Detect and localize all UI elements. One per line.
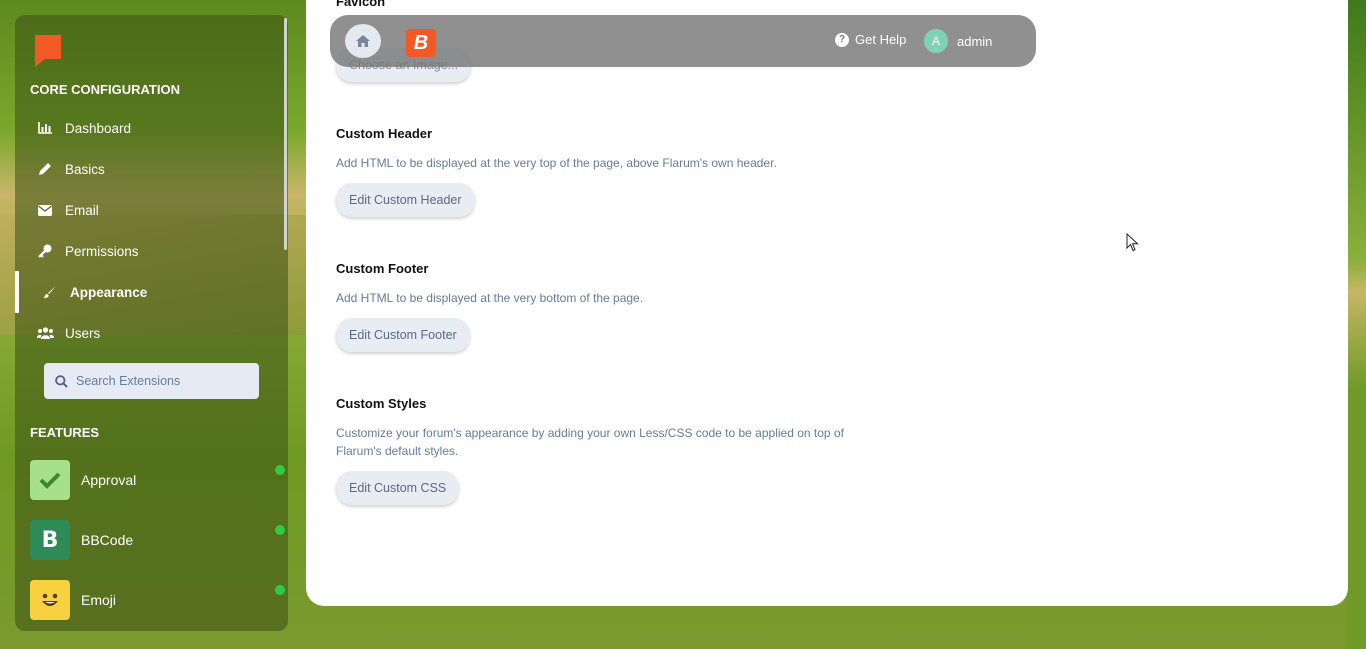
sidebar-scrollbar[interactable]: [284, 18, 287, 250]
sidebar-item-label: Dashboard: [65, 120, 132, 136]
custom-footer-description: Add HTML to be displayed at the very bot…: [336, 291, 644, 305]
search-icon: [55, 374, 68, 388]
get-help-link[interactable]: ? Get Help: [835, 32, 906, 47]
custom-footer-section: Custom Footer Add HTML to be displayed a…: [336, 261, 856, 307]
search-placeholder: Search Extensions: [76, 374, 181, 388]
custom-styles-description: Customize your forum's appearance by add…: [336, 426, 844, 458]
custom-header-section: Custom Header Add HTML to be displayed a…: [336, 126, 856, 172]
sidebar-item-label: Email: [65, 202, 99, 218]
enabled-status-dot: [275, 585, 285, 595]
edit-custom-css-button[interactable]: Edit Custom CSS: [336, 471, 460, 505]
avatar: A: [924, 29, 948, 53]
bold-b-icon: B: [30, 520, 70, 560]
custom-styles-title: Custom Styles: [336, 396, 427, 411]
edit-custom-footer-button[interactable]: Edit Custom Footer: [336, 318, 470, 352]
extension-item-emoji[interactable]: Emoji: [30, 579, 288, 621]
mouse-pointer-icon: [1126, 232, 1139, 257]
smiley-icon: [30, 580, 70, 620]
home-icon: [356, 35, 370, 47]
sidebar-item-appearance[interactable]: Appearance: [15, 271, 288, 313]
sidebar-item-basics[interactable]: Basics: [15, 152, 288, 186]
sidebar-item-dashboard[interactable]: Dashboard: [15, 111, 288, 145]
user-name: admin: [957, 33, 993, 49]
get-help-label: Get Help: [855, 32, 907, 47]
extension-label: Approval: [81, 472, 137, 488]
enabled-status-dot: [275, 465, 285, 475]
paintbrush-icon: [40, 285, 60, 299]
enabled-status-dot: [275, 525, 285, 535]
custom-header-title: Custom Header: [336, 126, 433, 141]
custom-styles-section: Custom Styles Customize your forum's app…: [336, 396, 856, 460]
sidebar-item-label: Basics: [65, 161, 105, 177]
sidebar-item-email[interactable]: Email: [15, 193, 288, 227]
question-icon: ?: [835, 32, 849, 47]
home-button[interactable]: [345, 24, 381, 58]
sidebar-item-permissions[interactable]: Permissions: [15, 234, 288, 268]
background-edge: [1346, 0, 1366, 649]
checkmark-icon: [30, 460, 70, 500]
sidebar-item-label: Users: [65, 325, 101, 341]
extension-label: BBCode: [81, 532, 134, 548]
extension-item-bbcode[interactable]: B BBCode: [30, 519, 288, 561]
sidebar-item-users[interactable]: Users: [15, 316, 288, 350]
search-extensions-input[interactable]: Search Extensions: [44, 363, 259, 399]
pencil-icon: [35, 162, 55, 176]
forum-logo[interactable]: B: [406, 29, 436, 57]
favicon-section: Favicon: [336, 0, 385, 9]
custom-header-description: Add HTML to be displayed at the very top…: [336, 156, 777, 170]
bar-chart-icon: [35, 122, 55, 134]
user-menu[interactable]: A admin: [924, 29, 992, 53]
flarum-logo-icon: [35, 35, 61, 67]
top-header-bar: B ? Get Help A admin: [330, 15, 1036, 67]
extension-item-approval[interactable]: Approval: [30, 459, 288, 501]
sidebar-item-label: Appearance: [70, 284, 148, 300]
key-icon: [35, 244, 55, 258]
custom-footer-title: Custom Footer: [336, 261, 429, 276]
users-icon: [35, 327, 55, 339]
sidebar-item-label: Permissions: [65, 243, 139, 259]
core-configuration-heading: CORE CONFIGURATION: [30, 82, 180, 97]
favicon-title: Favicon: [336, 0, 386, 9]
admin-sidebar: CORE CONFIGURATION Dashboard Basics Emai…: [15, 15, 288, 631]
envelope-icon: [35, 204, 55, 216]
extension-label: Emoji: [81, 592, 117, 608]
features-heading: FEATURES: [30, 425, 100, 440]
edit-custom-header-button[interactable]: Edit Custom Header: [336, 183, 475, 217]
